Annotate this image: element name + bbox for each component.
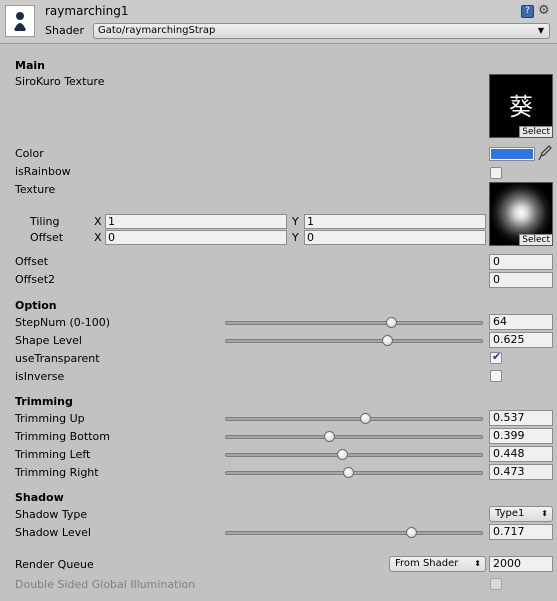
stepnum-label: StepNum (0-100) — [15, 316, 111, 329]
usetransparent-checkbox[interactable] — [490, 350, 502, 364]
offset2-field[interactable]: 0 — [489, 272, 553, 288]
isinverse-checkbox[interactable] — [490, 370, 502, 382]
trimming-bottom-slider-thumb[interactable] — [323, 431, 335, 442]
shadow-level-field[interactable]: 0.717 — [489, 524, 553, 540]
help-book-icon[interactable]: ? — [521, 5, 534, 18]
eyedropper-icon[interactable] — [538, 145, 552, 165]
texture-label: Texture — [15, 183, 56, 196]
shape-level-slider[interactable] — [225, 335, 483, 346]
offset-xy-label: Offset — [30, 231, 64, 244]
shadow-type-dropdown[interactable]: Type1 ⬍ — [489, 506, 553, 522]
tiling-x-field[interactable]: 1 — [105, 214, 287, 229]
section-shadow: Shadow — [15, 491, 64, 504]
shadow-level-slider[interactable] — [225, 527, 483, 538]
israinbow-label: isRainbow — [15, 165, 71, 178]
shader-dropdown[interactable]: Gato/raymarchingStrap ▼ — [93, 23, 550, 39]
render-queue-field[interactable]: 2000 — [489, 556, 553, 572]
render-queue-label: Render Queue — [15, 558, 94, 571]
tiling-y-field[interactable]: 1 — [304, 214, 486, 229]
trimming-right-label: Trimming Right — [15, 466, 99, 479]
sirokuro-texture-label: SiroKuro Texture — [15, 75, 105, 88]
shadow-type-value: Type1 — [495, 508, 525, 519]
material-preview-icon — [5, 5, 35, 37]
shadow-level-slider-thumb[interactable] — [405, 527, 417, 538]
section-option: Option — [15, 299, 57, 312]
shader-dropdown-value: Gato/raymarchingStrap — [98, 25, 216, 36]
trimming-right-slider[interactable] — [225, 467, 483, 478]
updown-arrows-icon: ⬍ — [541, 509, 548, 518]
trimming-bottom-field[interactable]: 0.399 — [489, 428, 553, 444]
israinbow-checkbox[interactable] — [490, 167, 502, 179]
offset-x-field[interactable]: 0 — [105, 230, 287, 245]
trimming-up-field[interactable]: 0.537 — [489, 410, 553, 426]
updown-arrows-icon: ⬍ — [474, 559, 481, 568]
section-main: Main — [15, 59, 45, 72]
trimming-bottom-label: Trimming Bottom — [15, 430, 110, 443]
trimming-left-slider-thumb[interactable] — [336, 449, 348, 460]
trimming-up-slider-thumb[interactable] — [359, 413, 371, 424]
shadow-level-label: Shadow Level — [15, 526, 91, 539]
trimming-up-slider[interactable] — [225, 413, 483, 424]
trimming-right-slider-thumb[interactable] — [343, 467, 355, 478]
color-swatch-fill — [491, 149, 533, 159]
dsgi-checkbox — [490, 578, 502, 590]
shape-level-slider-thumb[interactable] — [382, 335, 394, 346]
tiling-label: Tiling — [30, 215, 60, 228]
trimming-left-field[interactable]: 0.448 — [489, 446, 553, 462]
trimming-right-field[interactable]: 0.473 — [489, 464, 553, 480]
material-name: raymarching1 — [45, 4, 129, 18]
offset-property-label: Offset — [15, 255, 49, 268]
render-queue-mode-value: From Shader — [395, 558, 459, 569]
color-swatch[interactable] — [489, 147, 535, 161]
offset-y-label: Y — [292, 231, 299, 244]
isinverse-label: isInverse — [15, 370, 65, 383]
tiling-y-label: Y — [292, 215, 299, 228]
shader-label: Shader — [45, 24, 84, 37]
usetransparent-label: useTransparent — [15, 352, 100, 365]
gear-icon[interactable]: ⚙ — [538, 3, 550, 18]
render-queue-mode-dropdown[interactable]: From Shader ⬍ — [389, 556, 486, 572]
offset-property-field[interactable]: 0 — [489, 254, 553, 270]
select-button[interactable]: Select — [519, 126, 552, 137]
dsgi-label: Double Sided Global Illumination — [15, 578, 196, 591]
select-button[interactable]: Select — [519, 234, 552, 245]
texture-slot[interactable]: Select — [489, 182, 553, 246]
trimming-left-slider[interactable] — [225, 449, 483, 460]
color-label: Color — [15, 147, 44, 160]
chevron-down-icon: ▼ — [537, 26, 544, 35]
shadow-type-label: Shadow Type — [15, 508, 88, 521]
shape-level-field[interactable]: 0.625 — [489, 332, 553, 348]
tiling-x-label: X — [94, 215, 102, 228]
trimming-left-label: Trimming Left — [15, 448, 91, 461]
trimming-up-label: Trimming Up — [15, 412, 85, 425]
section-trimming: Trimming — [15, 395, 73, 408]
stepnum-slider-thumb[interactable] — [386, 317, 398, 328]
stepnum-field[interactable]: 64 — [489, 314, 553, 330]
trimming-bottom-slider[interactable] — [225, 431, 483, 442]
shape-level-label: Shape Level — [15, 334, 82, 347]
offset2-label: Offset2 — [15, 273, 56, 286]
stepnum-slider[interactable] — [225, 317, 483, 328]
sirokuro-texture-slot[interactable]: 葵 Select — [489, 74, 553, 138]
offset-x-label: X — [94, 231, 102, 244]
offset-y-field[interactable]: 0 — [304, 230, 486, 245]
kanji-texture-preview: 葵 — [509, 93, 533, 121]
